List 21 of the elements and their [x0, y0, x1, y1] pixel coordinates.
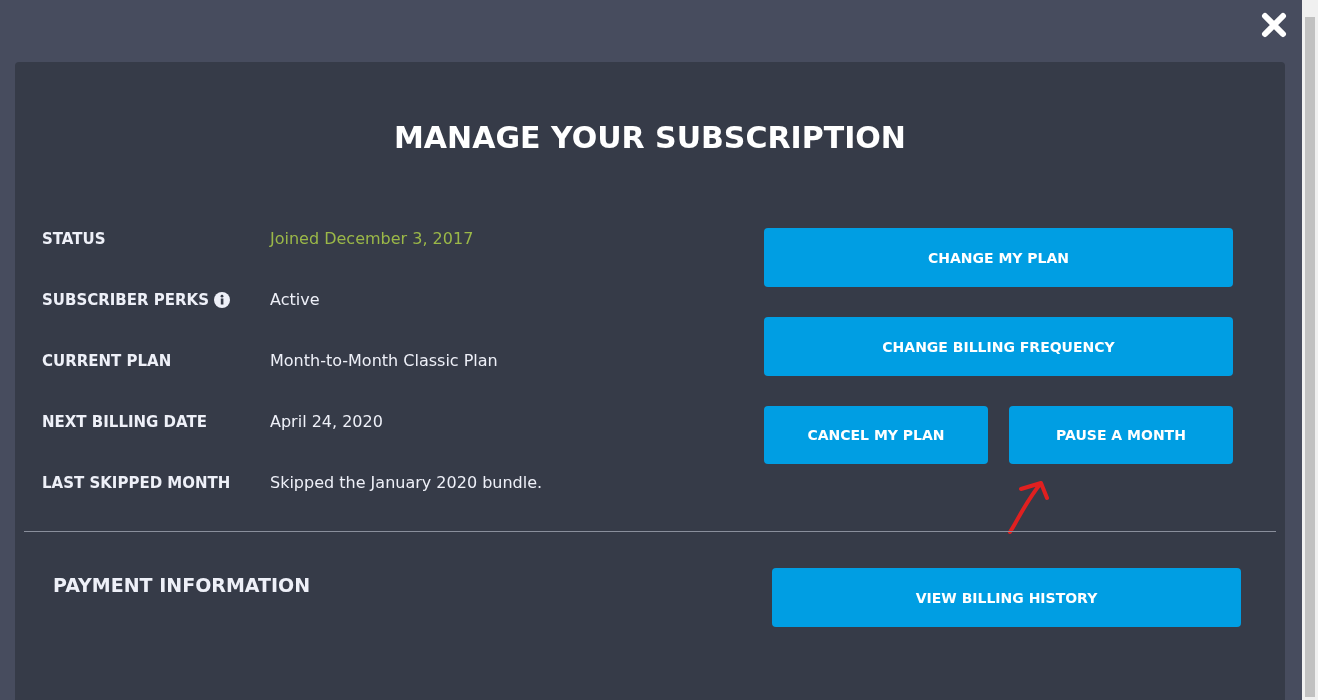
detail-value: Active — [270, 290, 320, 309]
detail-label: SUBSCRIBER PERKS — [42, 290, 210, 309]
billing-history-button[interactable]: VIEW BILLING HISTORY — [772, 568, 1241, 627]
detail-label: STATUS — [42, 229, 106, 248]
close-button[interactable] — [1261, 12, 1287, 38]
action-button[interactable]: CHANGE BILLING FREQUENCY — [764, 317, 1233, 376]
page-title: MANAGE YOUR SUBSCRIPTION — [393, 120, 907, 157]
close-icon — [1261, 12, 1287, 38]
action-button[interactable]: CANCEL MY PLAN — [764, 406, 988, 464]
detail-label: LAST SKIPPED MONTH — [42, 473, 231, 492]
detail-value: Month-to-Month Classic Plan — [270, 351, 498, 370]
section-heading: PAYMENT INFORMATION — [53, 574, 312, 596]
detail-value: Joined December 3, 2017 — [270, 229, 474, 248]
detail-value: April 24, 2020 — [270, 412, 383, 431]
detail-value: Skipped the January 2020 bundle. — [270, 473, 543, 492]
detail-label: CURRENT PLAN — [42, 351, 172, 370]
scrollbar[interactable] — [1302, 0, 1318, 700]
action-button[interactable]: CHANGE MY PLAN — [764, 228, 1233, 287]
info-icon[interactable] — [214, 291, 231, 308]
detail-label: NEXT BILLING DATE — [42, 412, 207, 431]
action-button[interactable]: PAUSE A MONTH — [1009, 406, 1233, 464]
